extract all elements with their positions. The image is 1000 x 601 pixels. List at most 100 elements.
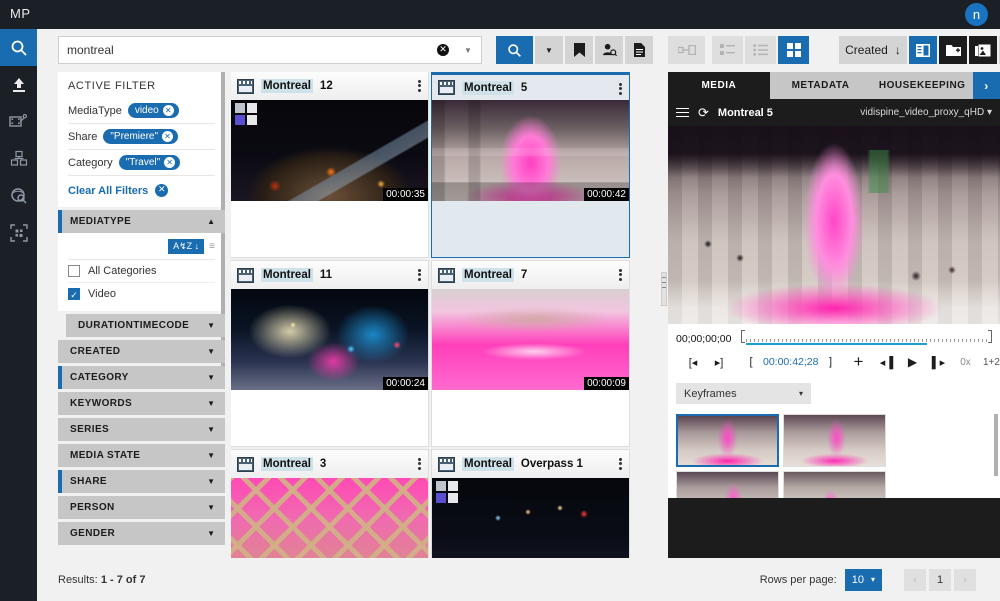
keyframes-select[interactable]: Keyframes ▾ <box>676 383 811 404</box>
active-filter-pill[interactable]: "Premiere" ✕ <box>103 129 178 144</box>
card-menu-icon[interactable] <box>418 267 421 282</box>
rail-item-scan[interactable] <box>0 214 37 251</box>
card-thumbnail[interactable]: 00:00:09 <box>432 289 629 390</box>
avatar[interactable]: n <box>965 3 988 26</box>
panel-splitter[interactable] <box>660 72 668 559</box>
active-filter-pill[interactable]: video ✕ <box>128 103 179 118</box>
facet-header-mediatype[interactable]: MEDIATYPE ▲ <box>58 210 225 233</box>
facet-option-all-categories[interactable]: All Categories <box>68 260 215 283</box>
next-page-button[interactable]: › <box>954 569 976 591</box>
facet-header-gender[interactable]: GENDER ▼ <box>58 522 225 545</box>
clear-search-icon[interactable]: ✕ <box>437 44 449 56</box>
mark-out-button[interactable]: ▸] <box>710 352 728 372</box>
selection-timecode[interactable]: 00:00:42;28 <box>760 352 821 372</box>
keyframe-thumb[interactable] <box>676 414 779 467</box>
search-input[interactable] <box>59 37 437 63</box>
active-filter-pill[interactable]: "Travel" ✕ <box>119 155 181 170</box>
card-body <box>231 390 428 446</box>
card-menu-icon[interactable] <box>619 81 622 96</box>
rail-item-search[interactable] <box>0 29 37 66</box>
keyframe-thumb[interactable] <box>783 414 886 467</box>
person-search-button[interactable] <box>595 36 623 64</box>
sort-alpha-button[interactable]: A↯Z ↓ <box>168 239 204 254</box>
card-thumbnail[interactable]: 00:00:24 <box>231 289 428 390</box>
result-card[interactable]: Montreal 3 <box>231 450 428 559</box>
card-menu-icon[interactable] <box>418 456 421 471</box>
checkbox-checked[interactable]: ✓ <box>68 288 80 300</box>
rail-item-collections[interactable] <box>0 140 37 177</box>
run-search-button[interactable] <box>496 36 533 64</box>
chevron-down-icon: ▼ <box>207 503 215 512</box>
facet-header-share[interactable]: SHARE ▼ <box>58 470 225 493</box>
facet-header-created[interactable]: CREATED ▼ <box>58 340 225 363</box>
card-thumbnail[interactable] <box>231 478 428 559</box>
splitter-grip[interactable] <box>661 272 667 306</box>
out-bracket: ] <box>821 352 839 372</box>
result-card[interactable]: Montreal Overpass 1 <box>432 450 629 559</box>
remove-filter-icon[interactable]: ✕ <box>162 131 173 142</box>
previous-frame-button[interactable]: ◂▐ <box>877 352 895 372</box>
side-panel-toggle[interactable] <box>909 36 937 64</box>
layout-group <box>712 36 809 64</box>
checkbox[interactable] <box>68 265 80 277</box>
rail-item-global-search[interactable] <box>0 177 37 214</box>
sort-button[interactable]: Created ↓ <box>839 36 907 64</box>
collection-button[interactable] <box>969 36 997 64</box>
result-card[interactable]: Montreal 11 00:00:24 <box>231 261 428 446</box>
playback-speed[interactable]: 0x <box>956 352 974 372</box>
refresh-icon[interactable]: ⟳ <box>698 105 709 121</box>
grid-view-button[interactable] <box>778 36 809 64</box>
clear-all-icon[interactable]: ✕ <box>155 184 168 197</box>
rail-item-edit-media[interactable] <box>0 103 37 140</box>
result-card[interactable]: Montreal 12 <box>231 72 428 257</box>
next-frame-button[interactable]: ▌▸ <box>929 352 947 372</box>
new-folder-button[interactable] <box>939 36 967 64</box>
document-button[interactable] <box>625 36 653 64</box>
search-dropdown-icon[interactable]: ▼ <box>459 46 477 55</box>
card-thumbnail[interactable] <box>432 478 629 559</box>
step-size[interactable]: 1+2 <box>982 352 1000 372</box>
facet-header-media-state[interactable]: MEDIA STATE ▼ <box>58 444 225 467</box>
sort-count-button[interactable]: ≡ <box>209 241 215 252</box>
search-options-button[interactable]: ▼ <box>535 36 563 64</box>
facet-header-keywords[interactable]: KEYWORDS ▼ <box>58 392 225 415</box>
clear-all-filters-link[interactable]: Clear All Filters <box>68 185 148 197</box>
video-player[interactable] <box>668 126 1000 324</box>
page-1-button[interactable]: 1 <box>929 569 951 591</box>
facet-header-category[interactable]: CATEGORY ▼ <box>58 366 225 389</box>
shape-selector[interactable]: vidispine_video_proxy_qHD ▾ <box>860 107 992 118</box>
remove-filter-icon[interactable]: ✕ <box>164 157 175 168</box>
tab-metadata[interactable]: METADATA <box>770 72 872 99</box>
facet-option-video[interactable]: ✓ Video <box>68 283 215 305</box>
hamburger-icon[interactable] <box>676 105 689 120</box>
result-card[interactable]: Montreal 7 00:00:09 <box>432 261 629 446</box>
mark-in-button[interactable]: [◂ <box>684 352 702 372</box>
facet-header-person[interactable]: PERSON ▼ <box>58 496 225 519</box>
add-marker-button[interactable]: + <box>849 352 867 372</box>
film-scissors-icon <box>9 113 28 131</box>
keyframe-thumb[interactable] <box>676 471 779 498</box>
result-card-selected[interactable]: Montreal 5 00:00:42 <box>432 72 629 257</box>
chevron-down-icon: ▼ <box>207 321 215 330</box>
rows-per-page-select[interactable]: 10 ▾ <box>845 569 882 591</box>
card-menu-icon[interactable] <box>619 267 622 282</box>
tab-media[interactable]: MEDIA <box>668 72 770 99</box>
bookmark-button[interactable] <box>565 36 593 64</box>
rail-item-upload[interactable] <box>0 66 37 103</box>
scrubber[interactable] <box>741 330 992 347</box>
facet-header-series[interactable]: SERIES ▼ <box>58 418 225 441</box>
chevron-down-icon: ▼ <box>207 347 215 356</box>
facet-header-durationtimecode[interactable]: DURATIONTIMECODE ▼ <box>66 314 225 337</box>
card-menu-icon[interactable] <box>619 456 622 471</box>
keyframe-thumb[interactable] <box>783 471 886 498</box>
play-button[interactable]: ▶ <box>903 352 921 372</box>
prev-page-button[interactable]: ‹ <box>904 569 926 591</box>
card-thumbnail[interactable]: 00:00:35 <box>231 100 428 201</box>
clear-all-filters[interactable]: Clear All Filters ✕ <box>68 176 215 197</box>
card-thumbnail[interactable]: 00:00:42 <box>432 100 629 201</box>
tabs-next-button[interactable]: › <box>973 72 1000 99</box>
remove-filter-icon[interactable]: ✕ <box>163 105 174 116</box>
keyframe-scrollbar[interactable] <box>994 414 998 476</box>
tab-housekeeping[interactable]: HOUSEKEEPING <box>871 72 973 99</box>
card-menu-icon[interactable] <box>418 78 421 93</box>
